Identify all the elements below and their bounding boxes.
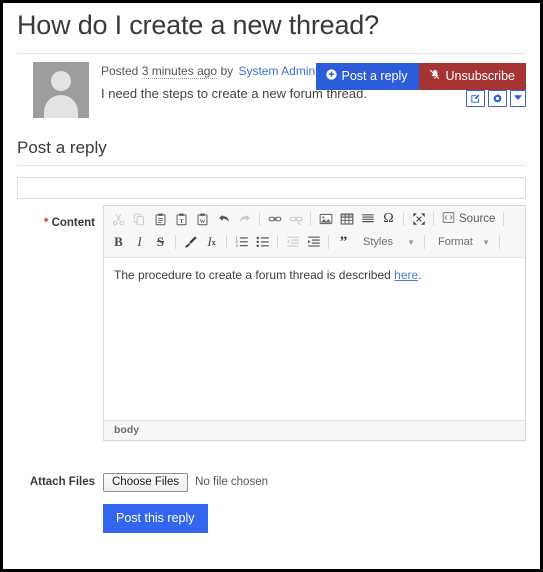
rich-text-editor: T W Ω Source B I S I x 1 2 3 ” Styles ▼ … — [103, 204, 526, 441]
editor-toolbar: T W Ω Source B I S I x 1 2 3 ” Styles ▼ … — [104, 205, 525, 258]
toolbar-separator — [503, 212, 505, 227]
styles-label: Styles — [363, 236, 393, 249]
bold-icon[interactable]: B — [108, 232, 129, 252]
link-icon[interactable] — [264, 209, 285, 229]
subject-input[interactable] — [17, 176, 526, 199]
source-button[interactable]: Source — [438, 211, 499, 227]
editor-text-after: . — [418, 267, 422, 282]
format-label: Format — [438, 236, 473, 249]
blockquote-icon[interactable]: ” — [333, 232, 354, 252]
toolbar-separator — [328, 235, 329, 250]
content-field-label: * Content — [17, 205, 103, 441]
choose-files-button[interactable]: Choose Files — [103, 472, 189, 492]
file-chosen-status: No file chosen — [195, 476, 268, 489]
unlink-icon[interactable] — [285, 209, 306, 229]
styles-dropdown[interactable]: Styles ▼ — [358, 233, 420, 252]
unsubscribe-button[interactable]: Unsubscribe — [418, 62, 526, 91]
content-field-row: * Content T W Ω Source B I S I x 1 2 3 ”… — [17, 204, 526, 441]
table-icon[interactable] — [336, 209, 357, 229]
plus-circle-icon — [325, 69, 337, 83]
toolbar-separator — [424, 235, 425, 250]
submit-row: Post this reply — [17, 503, 526, 533]
svg-text:W: W — [200, 219, 206, 225]
post-a-reply-button[interactable]: Post a reply — [315, 62, 419, 91]
bulleted-list-icon[interactable] — [252, 232, 273, 252]
avatar-body-shape — [44, 94, 78, 118]
edit-square-icon-button[interactable] — [466, 89, 485, 107]
forum-thread-page: How do I create a new thread? Post a rep… — [0, 0, 543, 572]
paste-word-icon[interactable]: W — [192, 209, 213, 229]
avatar-head-shape — [51, 70, 71, 91]
chevron-down-icon: ▼ — [407, 237, 415, 247]
thread-action-buttons: Post a reply Unsubscribe — [315, 62, 526, 91]
undo-icon[interactable] — [213, 209, 234, 229]
toolbar-separator — [259, 212, 260, 227]
toolbar-separator — [175, 235, 176, 250]
post-this-reply-button[interactable]: Post this reply — [103, 503, 208, 533]
numbered-list-icon[interactable]: 123 — [231, 232, 252, 252]
paste-icon[interactable] — [150, 209, 171, 229]
more-actions-dropdown-button[interactable] — [510, 89, 526, 107]
caret-down-icon — [514, 95, 522, 101]
post-a-reply-heading: Post a reply — [17, 138, 526, 166]
attach-files-label: Attach Files — [29, 476, 95, 489]
paste-text-icon[interactable]: T — [171, 209, 192, 229]
post-a-reply-label: Post a reply — [341, 68, 408, 83]
copy-formatting-icon[interactable] — [180, 232, 201, 252]
horizontal-rule-icon[interactable] — [357, 209, 378, 229]
bell-slash-icon — [429, 69, 441, 84]
gear-icon-button[interactable] — [488, 89, 507, 107]
unsubscribe-label: Unsubscribe — [445, 68, 515, 83]
redo-icon[interactable] — [234, 209, 255, 229]
editor-element-path: body — [104, 419, 525, 440]
svg-text:3: 3 — [235, 243, 238, 248]
source-label: Source — [459, 213, 496, 226]
copy-icon[interactable] — [129, 209, 150, 229]
special-char-icon[interactable]: Ω — [378, 209, 399, 229]
italic-icon[interactable]: I — [129, 232, 150, 252]
thread-secondary-actions — [466, 89, 526, 107]
file-input-control: Choose Files No file chosen — [103, 472, 268, 492]
attach-files-row: Attach Files Choose Files No file chosen — [17, 472, 526, 492]
toolbar-separator — [310, 212, 311, 227]
editor-toolbar-row-2: B I S Ix 123 ” Styles ▼ Format ▼ — [108, 231, 521, 254]
editor-content-area[interactable]: The procedure to create a forum thread i… — [104, 257, 525, 420]
svg-text:T: T — [179, 219, 183, 225]
outdent-icon[interactable] — [282, 232, 303, 252]
editor-text-before: The procedure to create a forum thread i… — [114, 267, 395, 282]
chevron-down-icon: ▼ — [482, 237, 490, 247]
maximize-icon[interactable] — [408, 209, 429, 229]
toolbar-separator — [433, 212, 434, 227]
element-path-body[interactable]: body — [114, 424, 139, 436]
edit-square-icon — [470, 93, 481, 104]
source-code-icon — [442, 211, 455, 227]
content-label-text: Content — [51, 216, 95, 229]
format-dropdown[interactable]: Format ▼ — [433, 233, 495, 252]
toolbar-separator — [277, 235, 278, 250]
required-marker: * — [43, 216, 49, 229]
indent-icon[interactable] — [303, 232, 324, 252]
thread-actions-row: Post a reply Unsubscribe — [17, 54, 526, 107]
toolbar-separator — [226, 235, 227, 250]
strikethrough-icon[interactable]: S — [150, 232, 171, 252]
avatar — [33, 61, 89, 118]
page-title: How do I create a new thread? — [17, 5, 526, 54]
editor-inline-link[interactable]: here — [394, 268, 418, 282]
submit-spacer — [17, 504, 103, 533]
editor-toolbar-row-1: T W Ω Source — [108, 208, 521, 231]
gear-icon — [492, 93, 503, 104]
cut-icon[interactable] — [108, 209, 129, 229]
remove-format-icon[interactable]: Ix — [201, 232, 222, 252]
image-icon[interactable] — [315, 209, 336, 229]
toolbar-separator — [403, 212, 404, 227]
toolbar-separator — [499, 235, 500, 250]
